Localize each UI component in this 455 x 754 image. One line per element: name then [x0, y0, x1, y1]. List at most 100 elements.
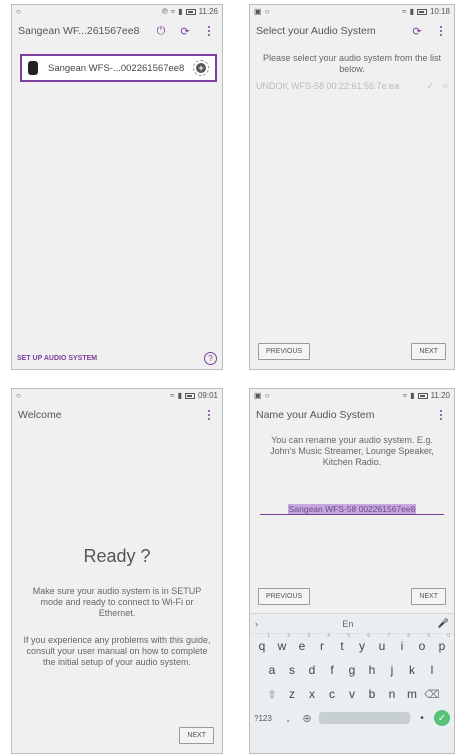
image-icon: ▣ [254, 390, 262, 400]
notification-icon: ○ [264, 390, 270, 400]
overflow-menu-icon[interactable] [434, 408, 448, 422]
add-device-icon[interactable]: + [193, 60, 209, 76]
toolbar: Name your Audio System [250, 402, 454, 428]
key-g[interactable]: g [342, 663, 362, 677]
key-s[interactable]: s [282, 663, 302, 677]
page-title: Select your Audio System [256, 25, 376, 37]
previous-button[interactable]: PREVIOUS [258, 343, 311, 360]
setup-audio-system-link[interactable]: SET UP AUDIO SYSTEM [17, 355, 97, 362]
key-z[interactable]: z [282, 687, 302, 701]
page-title: Name your Audio System [256, 409, 375, 421]
key-y[interactable]: y6 [352, 633, 372, 653]
audio-system-list-item[interactable]: UNDOK WFS-58 00:22:61:56:7e:ea ✓ ≈ [256, 77, 448, 95]
spacebar[interactable] [319, 712, 410, 724]
wifi-icon: ≈ [402, 6, 407, 16]
microphone-icon[interactable]: 🎤 [438, 618, 449, 629]
keyboard-row-3: ⇧ zxcvbnm ⌫ [250, 682, 454, 706]
signal-icon: ▮ [410, 390, 415, 400]
key-v[interactable]: v [342, 687, 362, 701]
audio-system-name: UNDOK WFS-58 00:22:61:56:7e:ea [256, 81, 400, 91]
notification-icon: ○ [16, 6, 21, 16]
screen-name-audio-system: ▣ ○ ≈ ▮ 11:20 Name your Audio System You … [249, 388, 455, 754]
help-text: If you experience any problems with this… [23, 635, 211, 667]
key-n[interactable]: n [382, 687, 402, 701]
status-time: 11:20 [430, 391, 450, 400]
status-time: 11:26 [198, 7, 218, 16]
screen-select-audio-system: ▣ ○ ≈ ▮ 10:18 Select your Audio System ⟳ … [249, 4, 455, 370]
backspace-icon[interactable]: ⌫ [422, 688, 442, 701]
key-x[interactable]: x [302, 687, 322, 701]
refresh-icon[interactable]: ⟳ [178, 24, 192, 38]
expand-arrow-icon[interactable]: › [255, 619, 258, 629]
key-w[interactable]: w2 [272, 633, 292, 653]
wifi-icon: ≈ [442, 80, 449, 92]
signal-icon: ▮ [409, 6, 414, 16]
signal-icon: ▮ [177, 390, 182, 400]
symbols-key[interactable]: ?123 [254, 714, 276, 723]
status-bar: ▣ ○ ≈ ▮ 11:20 [250, 389, 454, 402]
notification-icon: ○ [16, 390, 21, 400]
key-d[interactable]: d [302, 663, 322, 677]
system-name-input[interactable]: Sangean WFS-58 002261567ee8 [260, 499, 444, 515]
bluetooth-icon: ℗ [161, 6, 168, 16]
system-name-value: Sangean WFS-58 002261567ee8 [287, 504, 417, 514]
next-button[interactable]: NEXT [411, 343, 446, 360]
notification-icon: ○ [264, 6, 270, 16]
previous-button[interactable]: PREVIOUS [258, 588, 311, 605]
power-icon[interactable]: ⏻ [154, 24, 168, 38]
image-icon: ▣ [254, 6, 262, 16]
comma-key[interactable]: , [281, 713, 295, 724]
key-l[interactable]: l [422, 663, 442, 677]
wifi-icon: ≈ [170, 6, 176, 16]
screen-welcome: ○ ≈ ▮ 09:01 Welcome Ready ? Make sure yo… [11, 388, 223, 754]
keyboard-suggestion-bar: › En 🎤 [250, 614, 454, 634]
signal-icon: ▮ [178, 6, 183, 16]
soft-keyboard: › En 🎤 q1w2e3r4t5y6u7i8o9p0 asdfghjkl ⇧ … [250, 613, 454, 753]
key-f[interactable]: f [322, 663, 342, 677]
device-name: Sangean WFS-...002261567ee8 [48, 62, 185, 74]
key-b[interactable]: b [362, 687, 382, 701]
shift-icon[interactable]: ⇧ [262, 688, 282, 701]
refresh-icon[interactable]: ⟳ [410, 24, 424, 38]
next-button[interactable]: NEXT [411, 588, 446, 605]
overflow-menu-icon[interactable] [434, 24, 448, 38]
key-r[interactable]: r4 [312, 633, 332, 653]
keyboard-language: En [342, 618, 354, 629]
device-list-item[interactable]: Sangean WFS-...002261567ee8 + [20, 54, 217, 82]
bottom-bar: SET UP AUDIO SYSTEM ? [12, 347, 222, 369]
speaker-icon [28, 61, 38, 75]
battery-icon [416, 8, 427, 15]
page-title: Welcome [18, 409, 62, 421]
overflow-menu-icon[interactable] [202, 24, 216, 38]
globe-icon[interactable]: ⊕ [300, 712, 314, 725]
next-button[interactable]: NEXT [179, 727, 214, 744]
key-i[interactable]: i8 [392, 633, 412, 653]
wifi-icon: ≈ [170, 390, 175, 400]
overflow-menu-icon[interactable] [202, 408, 216, 422]
enter-check-icon[interactable]: ✓ [434, 710, 450, 726]
device-selector[interactable]: Sangean WF...261567ee8 ▲ [18, 25, 144, 37]
keyboard-bottom-row: ?123 , ⊕ • ✓ [250, 706, 454, 730]
status-bar: ○ ≈ ▮ 09:01 [12, 389, 222, 402]
key-p[interactable]: p0 [432, 633, 452, 653]
key-q[interactable]: q1 [252, 633, 272, 653]
key-h[interactable]: h [362, 663, 382, 677]
key-u[interactable]: u7 [372, 633, 392, 653]
toolbar: Welcome [12, 402, 222, 428]
key-t[interactable]: t5 [332, 633, 352, 653]
status-time: 09:01 [197, 391, 218, 400]
toolbar: Select your Audio System ⟳ [250, 18, 454, 44]
key-o[interactable]: o9 [412, 633, 432, 653]
key-c[interactable]: c [322, 687, 342, 701]
key-e[interactable]: e3 [292, 633, 312, 653]
toolbar: Sangean WF...261567ee8 ▲ ⏻ ⟳ [12, 18, 222, 44]
status-bar: ▣ ○ ≈ ▮ 10:18 [250, 5, 454, 18]
key-m[interactable]: m [402, 687, 422, 701]
status-bar: ○ ℗ ≈ ▮ 11:26 [12, 5, 222, 18]
help-icon[interactable]: ? [204, 351, 217, 365]
key-k[interactable]: k [402, 663, 422, 677]
key-a[interactable]: a [262, 663, 282, 677]
key-j[interactable]: j [382, 663, 402, 677]
period-key[interactable]: • [415, 713, 429, 724]
battery-icon [185, 8, 196, 15]
